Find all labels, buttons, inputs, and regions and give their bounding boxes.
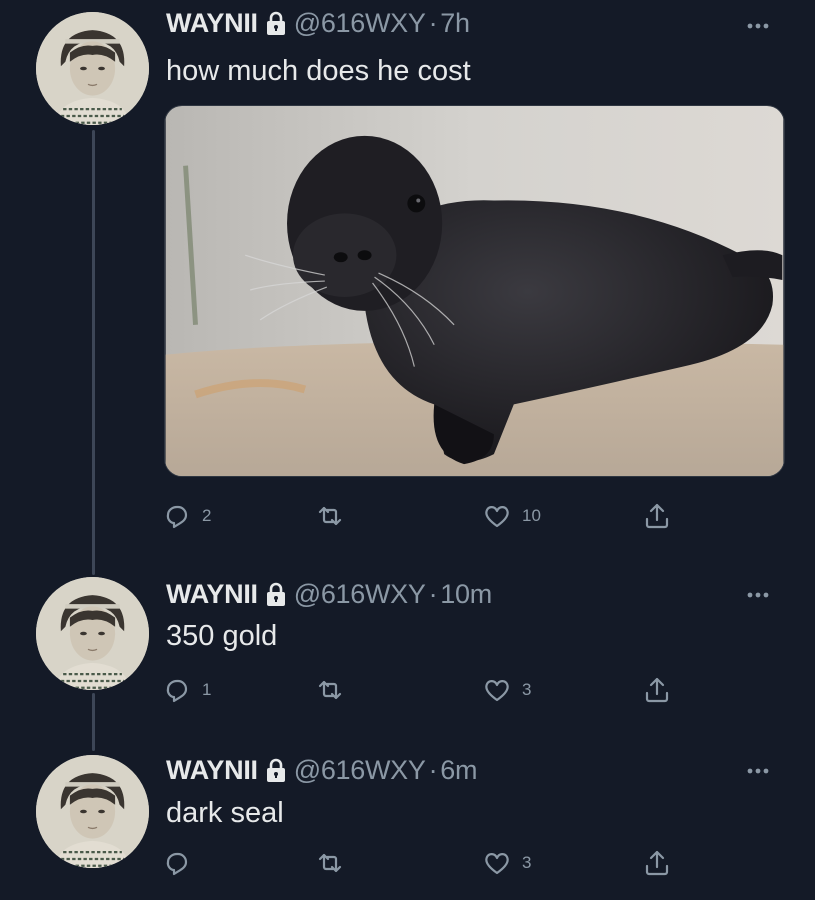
timestamp[interactable]: 7h	[440, 8, 470, 39]
avatar[interactable]	[36, 577, 149, 690]
like-button[interactable]: 10	[482, 496, 541, 536]
tweet[interactable]: WAYNII @616WXY · 7h how much does he cos…	[0, 0, 815, 560]
like-count: 3	[522, 853, 532, 872]
tweet-header: WAYNII @616WXY · 6m	[166, 750, 478, 790]
more-options-icon[interactable]	[743, 763, 773, 779]
like-button[interactable]: 3	[482, 670, 531, 710]
seal-photo	[165, 106, 784, 476]
separator-dot: ·	[428, 7, 438, 38]
separator-dot: ·	[428, 578, 438, 609]
user-handle[interactable]: @616WXY	[294, 755, 426, 786]
reply-count: 1	[202, 680, 212, 699]
reply-icon	[166, 679, 188, 703]
retweet-button[interactable]	[315, 496, 355, 536]
tweet-header: WAYNII @616WXY · 10m	[166, 574, 492, 614]
retweet-button[interactable]	[315, 843, 355, 883]
timestamp[interactable]: 6m	[440, 755, 477, 786]
user-handle[interactable]: @616WXY	[294, 579, 426, 610]
lock-icon	[264, 757, 288, 783]
tweet-text: dark seal	[166, 797, 284, 829]
reply-count: 2	[202, 506, 212, 525]
avatar[interactable]	[36, 12, 149, 125]
reply-icon	[166, 852, 188, 876]
display-name[interactable]: WAYNII	[166, 755, 258, 786]
share-button[interactable]	[642, 670, 672, 710]
reply-button[interactable]: 2	[162, 496, 211, 536]
share-icon	[645, 850, 669, 876]
tweet-actions: 2 10	[160, 496, 700, 536]
tweet-thread: WAYNII @616WXY · 7h how much does he cos…	[0, 0, 815, 900]
more-options-icon[interactable]	[743, 587, 773, 603]
tweet-text: how much does he cost	[166, 55, 471, 87]
tweet-text: 350 gold	[166, 620, 278, 652]
lock-icon	[264, 581, 288, 607]
retweet-icon	[318, 680, 342, 700]
like-count: 3	[522, 680, 532, 699]
share-button[interactable]	[642, 843, 672, 883]
share-icon	[645, 677, 669, 703]
reply-button[interactable]: 1	[162, 670, 211, 710]
reply-icon	[166, 505, 188, 529]
like-icon	[485, 506, 509, 528]
separator-dot: ·	[428, 754, 438, 785]
like-count: 10	[522, 506, 541, 525]
display-name[interactable]: WAYNII	[166, 579, 258, 610]
display-name[interactable]: WAYNII	[166, 8, 258, 39]
tweet-actions: 1 3	[160, 670, 700, 710]
timestamp[interactable]: 10m	[440, 579, 492, 610]
more-options-icon[interactable]	[743, 18, 773, 34]
tweet[interactable]: WAYNII @616WXY · 6m dark seal 3	[0, 745, 815, 900]
user-handle[interactable]: @616WXY	[294, 8, 426, 39]
share-icon	[645, 503, 669, 529]
tweet-media-image[interactable]	[164, 105, 785, 477]
like-icon	[485, 680, 509, 702]
retweet-button[interactable]	[315, 670, 355, 710]
like-icon	[485, 853, 509, 875]
share-button[interactable]	[642, 496, 672, 536]
avatar-portrait-image	[36, 12, 149, 125]
retweet-icon	[318, 506, 342, 526]
avatar-portrait-image	[36, 577, 149, 690]
tweet-actions: 3	[160, 843, 700, 883]
like-button[interactable]: 3	[482, 843, 531, 883]
retweet-icon	[318, 853, 342, 873]
reply-button[interactable]	[162, 843, 202, 883]
tweet[interactable]: WAYNII @616WXY · 10m 350 gold 1 3	[0, 565, 815, 745]
avatar-portrait-image	[36, 755, 149, 868]
tweet-header: WAYNII @616WXY · 7h	[166, 3, 470, 43]
lock-icon	[264, 10, 288, 36]
avatar[interactable]	[36, 755, 149, 868]
